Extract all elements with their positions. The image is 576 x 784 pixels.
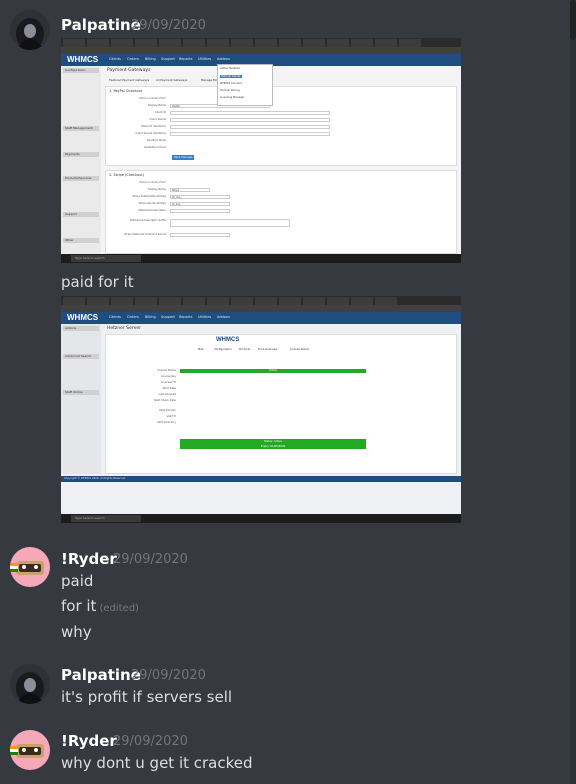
timestamp: 29/09/2020 bbox=[113, 734, 188, 749]
whmcs-sidebar: Addons Advanced Search Staff Online bbox=[61, 324, 101, 474]
sidebar-head: Payments bbox=[63, 152, 99, 157]
sidebar-head: Staff Management bbox=[63, 126, 99, 131]
browser-tabbar bbox=[61, 296, 461, 305]
module-status-box: Status: Active Expiry: 01/05/2020 bbox=[180, 439, 366, 449]
taskbar-search[interactable]: Type here to search bbox=[71, 515, 141, 522]
scroll-thumb[interactable] bbox=[570, 0, 576, 40]
whmcs-logo: WHMCS bbox=[67, 55, 99, 64]
hetzner-panel: WHMCS Main Configuration Products Price … bbox=[105, 334, 457, 474]
browser-tabbar bbox=[61, 38, 461, 47]
message-text: for it (edited) bbox=[61, 597, 139, 615]
nav-utilities: Utilities bbox=[198, 57, 212, 61]
dropdown-item[interactable]: Addon Modules bbox=[220, 67, 240, 70]
browser-urlbar bbox=[61, 47, 461, 54]
taskbar-search[interactable]: Type here to search bbox=[71, 255, 141, 262]
avatar-palpatine[interactable] bbox=[10, 664, 50, 704]
paypal-panel: 1. PayPal Checkout Show on Order Form Di… bbox=[105, 86, 457, 166]
browser-urlbar bbox=[61, 305, 461, 312]
edited-label: (edited) bbox=[99, 603, 139, 614]
nav-addons: Addons bbox=[217, 57, 230, 61]
timestamp: 29/09/2020 bbox=[131, 668, 206, 683]
module-logo: WHMCS bbox=[216, 337, 240, 343]
windows-taskbar: Type here to search bbox=[61, 254, 461, 263]
nav-orders: Orders bbox=[127, 57, 139, 61]
save-changes-button[interactable]: Save Changes bbox=[172, 155, 195, 160]
message-text: it's profit if servers sell bbox=[61, 688, 233, 706]
avatar-ryder[interactable] bbox=[10, 730, 50, 770]
username[interactable]: Palpatine bbox=[61, 16, 141, 34]
section-title: 2. Stripe (Checkout) bbox=[109, 173, 145, 177]
dropdown-item[interactable]: Domain Pricing bbox=[220, 89, 240, 92]
timestamp: 29/09/2020 bbox=[131, 18, 206, 33]
stripe-panel: 2. Stripe (Checkout) Show on Order Form … bbox=[105, 170, 457, 254]
section-title: 1. PayPal Checkout bbox=[109, 89, 143, 93]
sidebar-head: Configuration bbox=[63, 68, 99, 73]
license-status-active: Active bbox=[180, 369, 366, 373]
attachment-screenshot-whmcs-payment-gateways[interactable]: WHMCS Clients Orders Billing Support Rep… bbox=[61, 38, 461, 263]
sidebar-head: Other bbox=[63, 238, 99, 243]
nav-clients: Clients bbox=[109, 57, 121, 61]
tab-featured: Featured Payment Gateways bbox=[109, 78, 150, 82]
message-text: why bbox=[61, 623, 92, 641]
message-text: why dont u get it cracked bbox=[61, 754, 253, 772]
page-title: Payment Gateways bbox=[107, 68, 151, 73]
nav-support: Support bbox=[161, 57, 175, 61]
username[interactable]: Palpatine bbox=[61, 666, 141, 684]
sidebar-head: Support bbox=[63, 212, 99, 217]
username[interactable]: !Ryder bbox=[61, 550, 117, 568]
whmcs-sidebar: Configuration Staff Management Payments … bbox=[61, 66, 101, 254]
nav-billing: Billing bbox=[145, 57, 156, 61]
dropdown-item[interactable]: Licensing Manager bbox=[220, 96, 244, 99]
username[interactable]: !Ryder bbox=[61, 732, 117, 750]
sidebar-head: Products/Services bbox=[63, 176, 99, 181]
avatar-palpatine[interactable] bbox=[10, 10, 50, 50]
attachment-screenshot-whmcs-hetzner[interactable]: WHMCS Clients Orders Billing Support Rep… bbox=[61, 296, 461, 523]
whmcs-navbar: WHMCS Clients Orders Billing Support Rep… bbox=[61, 312, 461, 324]
addons-dropdown-menu: Addon Modules Hetzner Server WHMCS Conne… bbox=[217, 64, 273, 106]
chat-scrollbar[interactable] bbox=[570, 0, 576, 784]
dropdown-item[interactable]: WHMCS Connect bbox=[220, 82, 242, 85]
dropdown-item-selected[interactable]: Hetzner Server bbox=[220, 75, 242, 78]
whmcs-logo: WHMCS bbox=[67, 313, 99, 322]
nav-reports: Reports bbox=[179, 57, 193, 61]
message-text: paid for it bbox=[61, 273, 134, 291]
tab-all: All Payment Gateways bbox=[156, 78, 188, 82]
windows-taskbar: Type here to search bbox=[61, 514, 461, 523]
page-title: Hetzner Server bbox=[107, 326, 141, 331]
message-text: paid bbox=[61, 572, 94, 590]
whmcs-footer: Copyright © WHMCS 2020. All Rights Reser… bbox=[61, 476, 461, 482]
avatar-ryder[interactable] bbox=[10, 547, 50, 587]
timestamp: 29/09/2020 bbox=[113, 552, 188, 567]
